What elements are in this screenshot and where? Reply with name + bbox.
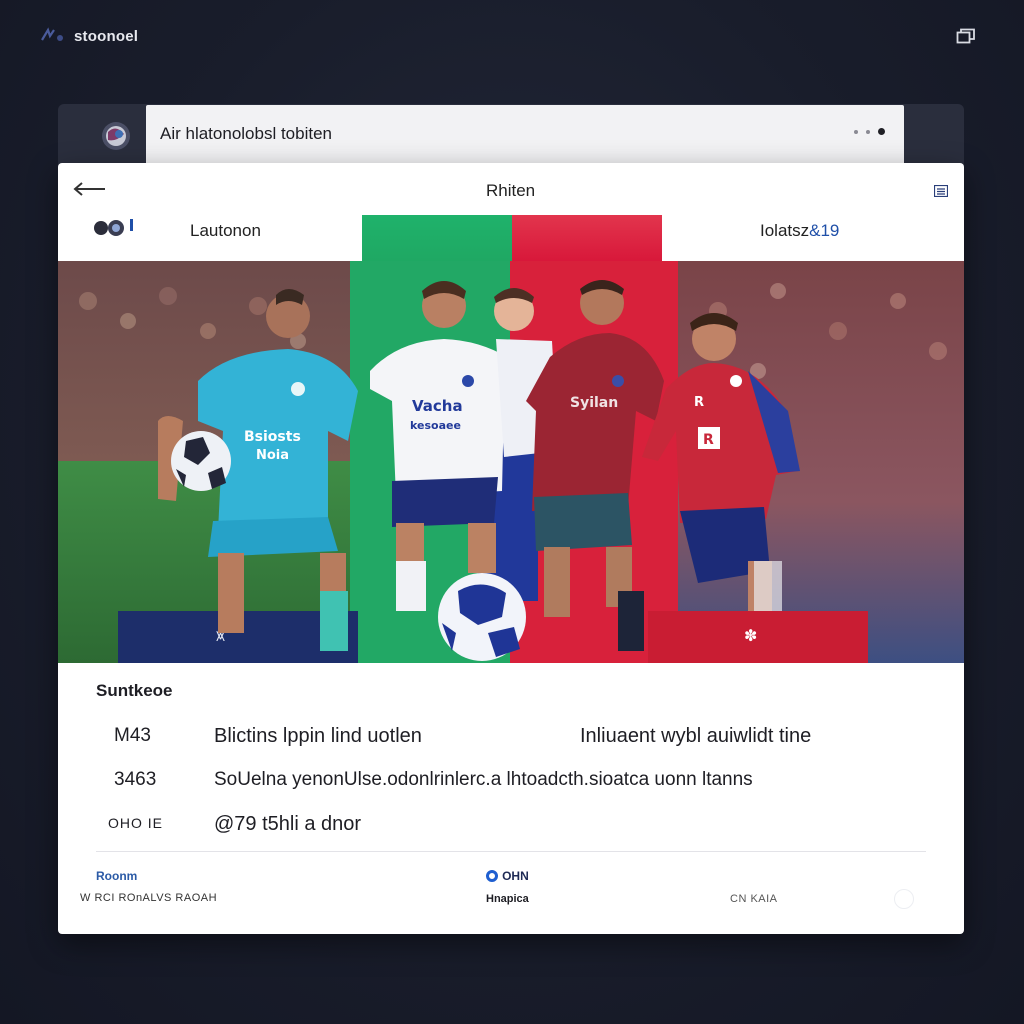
footer-link[interactable]: Roonm: [96, 869, 137, 883]
section-label: Suntkeoe: [96, 681, 173, 700]
divider: [96, 851, 926, 852]
footer-caption-right: CN KAIA: [730, 893, 778, 905]
right-team-label[interactable]: Iolatsz&19: [760, 221, 839, 241]
dot: [854, 129, 858, 134]
left-team-label[interactable]: Lautonon: [190, 221, 261, 241]
row-number: 3463: [114, 769, 157, 790]
brand-label: stoonoel: [74, 27, 139, 45]
top-bar: stoonoel: [0, 0, 1024, 72]
svg-text:R: R: [703, 432, 714, 448]
svg-text:Syilan: Syilan: [570, 395, 618, 411]
team-color-green: [362, 215, 512, 261]
row-text: Blictins lppin lind uotlen: [214, 725, 422, 747]
svg-text:Bsiosts: Bsiosts: [244, 429, 301, 445]
brand[interactable]: stoonoel: [40, 26, 138, 46]
players-collage: ⩙ ✽ Bsiosts Noia Vacha kesoaee Syilan R …: [58, 261, 964, 663]
footer-option-label: OHN: [502, 868, 529, 883]
more-dots-icon[interactable]: [854, 128, 885, 135]
row-number: OHO IE: [108, 815, 164, 831]
svg-text:kesoaee: kesoaee: [410, 419, 461, 432]
faded-circle-icon: [894, 889, 914, 909]
dot: [866, 129, 870, 134]
footer-option[interactable]: OHN Hnapica: [486, 867, 529, 905]
footer-option-caption: Hnapica: [486, 893, 529, 905]
svg-text:✽: ✽: [744, 626, 757, 645]
ball-left: [171, 431, 231, 491]
dot: [878, 128, 885, 135]
footer-caption: W RCI ROnALVS RAOAH: [80, 892, 218, 904]
hero-image: ⩙ ✽ Bsiosts Noia Vacha kesoaee Syilan R …: [58, 261, 964, 663]
svg-text:Noia: Noia: [256, 448, 289, 463]
radio-selected-icon[interactable]: [486, 869, 499, 882]
list-menu-icon[interactable]: [934, 185, 948, 197]
team-logo-icon: [94, 219, 133, 236]
team-color-banner: [362, 215, 662, 261]
page-title: Rhiten: [486, 181, 536, 200]
ball-center: [438, 573, 526, 661]
row-text: @79 t5hli a dnor: [214, 813, 362, 835]
window-restore-icon[interactable]: [956, 28, 976, 46]
right-team-score: &19: [809, 221, 840, 240]
row-number: M43: [114, 725, 151, 746]
svg-text:R: R: [694, 395, 704, 410]
right-team-name: Iolatsz: [760, 221, 810, 240]
background-title: Air hlatonolobsl tobiten: [160, 124, 333, 143]
team-color-red: [512, 215, 662, 261]
row-text-secondary: Inliuaent wybl auiwlidt tine: [580, 725, 812, 747]
logo-glyph-icon: [41, 27, 63, 41]
match-card: Rhiten Lautonon Iolatsz&19 ⩙ ✽ Bsiosts N…: [58, 163, 964, 934]
row-text: SoUelna yenonUlse.odonlrinlerc.a lhtoadc…: [214, 769, 753, 790]
back-arrow-icon[interactable]: [72, 181, 106, 197]
svg-text:Vacha: Vacha: [412, 397, 463, 415]
avatar[interactable]: [100, 120, 132, 152]
